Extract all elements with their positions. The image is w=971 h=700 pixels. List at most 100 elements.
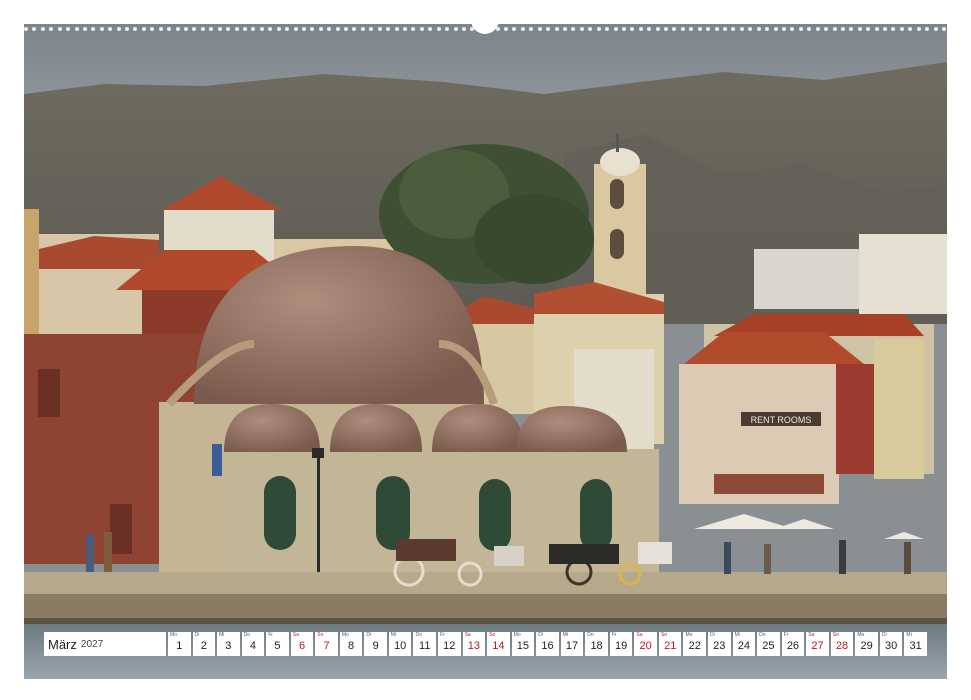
binding-hole — [268, 27, 273, 31]
day-number: 3 — [225, 639, 232, 652]
weekday-label: Do — [587, 632, 594, 638]
binding-hole — [723, 27, 728, 31]
binding-hole — [680, 27, 685, 31]
binding-hole — [546, 27, 551, 31]
day-number: 20 — [639, 639, 652, 652]
binding-hole — [335, 27, 340, 31]
binding-hole — [344, 27, 349, 31]
day-cell: Fr 12 — [438, 632, 461, 656]
weekday-label: Di — [538, 632, 543, 638]
day-number: 9 — [372, 639, 379, 652]
weekday-label: Mo — [170, 632, 177, 638]
binding-hole — [259, 27, 264, 31]
weekday-label: Mo — [513, 632, 521, 638]
binding-hole — [66, 27, 71, 31]
binding-hole — [857, 27, 862, 31]
binding-hole — [369, 27, 374, 31]
binding-hole — [866, 27, 871, 31]
weekday-label: So — [317, 632, 324, 638]
weekday-label: Mi — [219, 632, 225, 638]
binding-hole — [824, 27, 829, 31]
binding-hole — [217, 27, 222, 31]
binding-hole — [773, 27, 778, 31]
day-cell: Sa 13 — [462, 632, 486, 656]
binding-hole — [563, 27, 567, 31]
binding-hole — [108, 27, 113, 31]
calendar-strip: März 2027 Mo 1 Di 2 Mi 3 Do 4 Fr 5 Sa 6 So 7 Mo 8 Di 9 Mi 1… — [44, 632, 927, 656]
day-cell: Fr 26 — [781, 632, 805, 656]
weekday-label: Mo — [341, 632, 349, 638]
day-number: 28 — [835, 639, 849, 652]
day-number: 7 — [323, 639, 330, 652]
binding-hole — [832, 27, 837, 31]
day-number: 21 — [664, 639, 677, 652]
day-cell: Mo 1 — [168, 632, 191, 656]
binding-hole — [849, 27, 854, 31]
binding-hole — [529, 27, 534, 31]
binding-hole — [141, 27, 146, 31]
day-number: 16 — [541, 639, 554, 652]
weekday-label: Mi — [562, 632, 569, 638]
weekday-label: Mo — [685, 632, 693, 638]
weekday-label: Fr — [611, 632, 617, 638]
day-number: 25 — [762, 639, 775, 652]
binding-hole — [394, 27, 399, 31]
weekday-label: Fr — [268, 632, 273, 638]
weekday-label: Di — [194, 632, 200, 638]
binding-hole — [234, 27, 239, 31]
binding-hole — [579, 27, 584, 31]
binding-hole — [226, 27, 231, 31]
binding-hole — [689, 27, 694, 31]
binding-hole — [158, 27, 163, 31]
weekday-label: Fr — [783, 632, 789, 638]
day-cell: Sa 6 — [290, 632, 314, 656]
photo-illustration: RENT ROOMS — [24, 24, 947, 679]
binding-hole — [647, 27, 652, 31]
day-cell: Mo 15 — [511, 632, 535, 656]
day-number: 13 — [467, 639, 480, 652]
day-cell: Di 23 — [708, 632, 731, 656]
binding-hole — [360, 27, 365, 31]
day-cell: Fr 19 — [609, 632, 633, 656]
day-cell: So 14 — [487, 632, 510, 656]
weekday-label: So — [660, 632, 668, 638]
day-number: 8 — [348, 639, 355, 652]
weekday-label: Di — [881, 632, 887, 638]
binding-hole — [74, 27, 79, 31]
binding-hole — [99, 27, 104, 31]
binding-hole — [638, 27, 643, 31]
weekday-label: Mo — [857, 632, 865, 638]
binding-hole — [133, 27, 138, 31]
weekday-label: So — [489, 632, 496, 638]
day-cell: Sa 20 — [634, 632, 657, 656]
day-cell: Mi 24 — [732, 632, 756, 656]
binding-hole — [908, 27, 913, 31]
binding-hole — [377, 27, 382, 31]
binding-hole — [24, 27, 28, 31]
binding-hole — [200, 27, 205, 31]
month-name: März — [48, 636, 77, 652]
binding-hole — [840, 27, 845, 31]
binding-hole — [242, 27, 247, 31]
day-number: 29 — [860, 639, 873, 652]
binding-hole — [504, 27, 509, 31]
binding-hole — [899, 27, 904, 31]
binding-hole — [82, 27, 87, 31]
day-number: 4 — [249, 639, 256, 652]
binding-hole — [116, 27, 121, 31]
day-number: 30 — [885, 639, 898, 652]
binding-hole — [605, 27, 610, 31]
binding-hole — [461, 27, 466, 31]
binding-hole — [714, 27, 719, 31]
weekday-label: Mi — [390, 632, 397, 638]
weekday-label: Sa — [292, 632, 299, 638]
binding-hole — [571, 27, 576, 31]
day-cell: Do 18 — [585, 632, 608, 656]
binding-hole — [419, 27, 424, 31]
day-number: 19 — [614, 639, 628, 652]
binding-hole — [798, 27, 803, 31]
day-number: 22 — [688, 639, 701, 652]
photo-chania-mosque: RENT ROOMS — [24, 24, 947, 679]
day-number: 26 — [786, 639, 800, 652]
day-cell: Mi 31 — [904, 632, 927, 656]
